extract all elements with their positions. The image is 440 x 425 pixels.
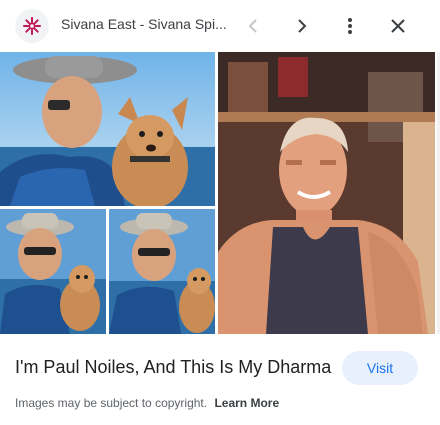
close-icon <box>391 19 405 33</box>
chevron-left-icon <box>248 19 257 33</box>
photo-man-hat-dog-small-2 <box>109 209 215 334</box>
learn-more-link[interactable]: Learn More <box>214 396 279 410</box>
photo-man-gym-selfie <box>218 52 435 334</box>
viewer-header: Sivana East - Sivana Spi... <box>0 0 440 52</box>
photo-man-hat-dog-small-1 <box>0 209 106 334</box>
small-photo-2[interactable] <box>109 209 215 334</box>
result-title[interactable]: I'm Paul Noiles, And This Is My Dharma <box>15 357 331 378</box>
close-button[interactable] <box>384 12 412 40</box>
small-photo-1[interactable] <box>0 209 106 334</box>
copyright-notice: Images may be subject to copyright. Lear… <box>15 396 279 410</box>
photo-man-hat-with-dog <box>0 52 215 206</box>
site-title[interactable]: Sivana East - Sivana Spi... <box>61 16 231 32</box>
more-options-button[interactable] <box>336 12 364 40</box>
copyright-text: Images may be subject to copyright. <box>15 396 208 410</box>
next-button[interactable] <box>288 12 316 40</box>
gym-photo[interactable] <box>218 52 435 334</box>
visit-button[interactable]: Visit <box>342 351 418 385</box>
image-gallery <box>0 52 440 334</box>
sivana-star-icon[interactable] <box>15 9 49 43</box>
chevron-right-icon <box>298 19 307 33</box>
previous-button[interactable] <box>240 12 268 40</box>
more-vertical-icon <box>348 18 352 34</box>
main-photo[interactable] <box>0 52 215 206</box>
